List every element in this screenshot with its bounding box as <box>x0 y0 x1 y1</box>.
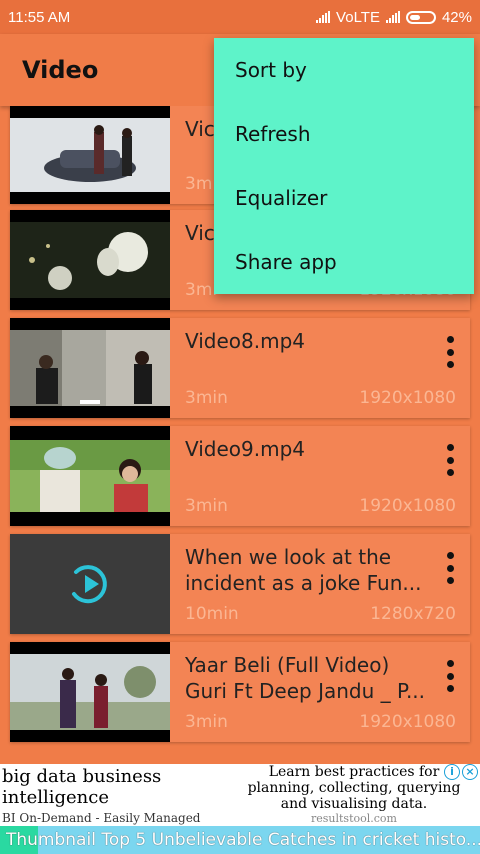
video-duration: 3min <box>185 388 228 408</box>
ad-subheading: BI On-Demand - Easily Managed <box>2 811 201 825</box>
video-title: Yaar Beli (Full Video) Guri Ft Deep Jand… <box>185 653 426 703</box>
menu-item-share-app[interactable]: Share app <box>214 230 474 294</box>
info-icon[interactable]: i <box>444 764 460 780</box>
menu-item-equalizer[interactable]: Equalizer <box>214 166 474 230</box>
video-duration: 3min <box>185 496 228 516</box>
ad-left[interactable]: big data business intelligence BI On-Dem… <box>2 766 230 825</box>
video-title: Video9.mp4 <box>185 437 306 461</box>
menu-item-refresh[interactable]: Refresh <box>214 102 474 166</box>
status-time: 11:55 AM <box>8 8 71 26</box>
video-title: Video8.mp4 <box>185 329 306 353</box>
list-item[interactable]: Video8.mp4 3min 1920x1080 <box>10 318 470 418</box>
video-resolution: 1920x1080 <box>359 496 456 516</box>
video-title: When we look at the incident as a joke F… <box>185 545 422 595</box>
video-thumbnail <box>10 426 170 526</box>
signal-icon <box>385 11 400 23</box>
signal-icon <box>316 11 331 23</box>
ad-choices[interactable]: i × <box>440 764 478 780</box>
video-duration: 10min <box>185 604 239 624</box>
ad-url: resultstool.com <box>311 812 397 825</box>
menu-item-sort-by[interactable]: Sort by <box>214 38 474 102</box>
more-options-icon[interactable] <box>442 660 458 692</box>
battery-percent: 42% <box>441 8 472 26</box>
list-item[interactable]: Yaar Beli (Full Video) Guri Ft Deep Jand… <box>10 642 470 742</box>
video-resolution: 1920x1080 <box>359 388 456 408</box>
news-ticker[interactable]: Thumbnail Top 5 Unbelievable Catches in … <box>0 826 480 854</box>
list-item[interactable]: When we look at the incident as a joke F… <box>10 534 470 634</box>
more-options-icon[interactable] <box>442 444 458 476</box>
battery-icon <box>405 10 436 24</box>
status-bar: 11:55 AM VoLTE 42% <box>0 0 480 34</box>
network-label: VoLTE <box>336 8 380 26</box>
video-duration: 3min <box>185 712 228 732</box>
video-resolution: 1920x1080 <box>359 712 456 732</box>
video-thumbnail <box>10 210 170 310</box>
list-item[interactable]: Video9.mp4 3min 1920x1080 <box>10 426 470 526</box>
more-options-icon[interactable] <box>442 552 458 584</box>
video-duration: 3mi <box>185 280 218 300</box>
more-options-icon[interactable] <box>442 336 458 368</box>
video-duration: 3m <box>185 174 213 194</box>
close-icon[interactable]: × <box>462 764 478 780</box>
video-thumbnail <box>10 534 170 634</box>
page-title: Video <box>22 56 99 84</box>
ad-banner[interactable]: big data business intelligence BI On-Dem… <box>0 764 480 826</box>
ad-heading: big data business intelligence <box>2 766 162 808</box>
ticker-text: Thumbnail Top 5 Unbelievable Catches in … <box>6 830 480 850</box>
overflow-menu: Sort by Refresh Equalizer Share app <box>214 38 474 294</box>
video-thumbnail <box>10 106 170 204</box>
video-resolution: 1280x720 <box>370 604 456 624</box>
video-thumbnail <box>10 642 170 742</box>
status-icons: VoLTE 42% <box>316 9 472 26</box>
video-thumbnail <box>10 318 170 418</box>
